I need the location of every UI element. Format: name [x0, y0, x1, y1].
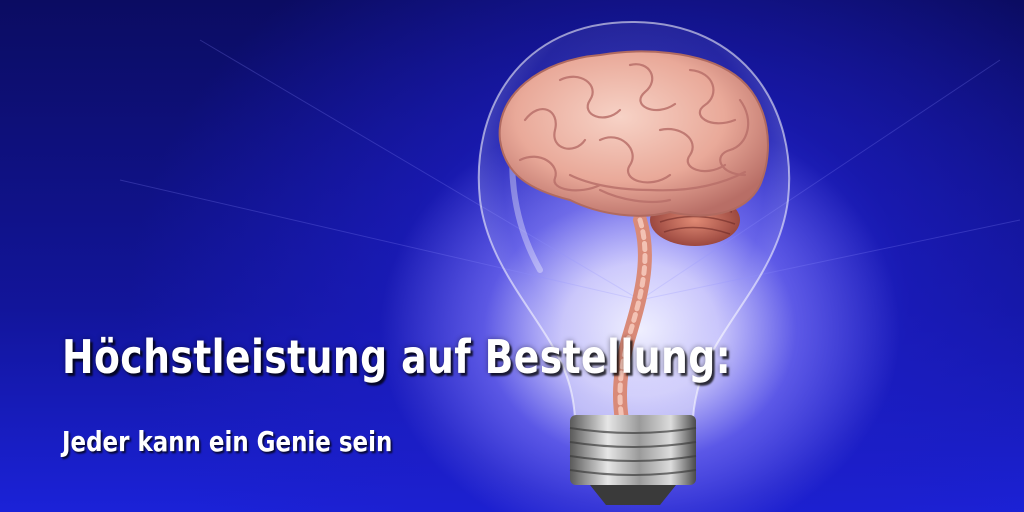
hero-banner: Höchstleistung auf Bestellung: Jeder kan… — [0, 0, 1024, 512]
hero-headline: Höchstleistung auf Bestellung: — [62, 330, 732, 384]
hero-subline: Jeder kann ein Genie sein — [62, 425, 393, 458]
